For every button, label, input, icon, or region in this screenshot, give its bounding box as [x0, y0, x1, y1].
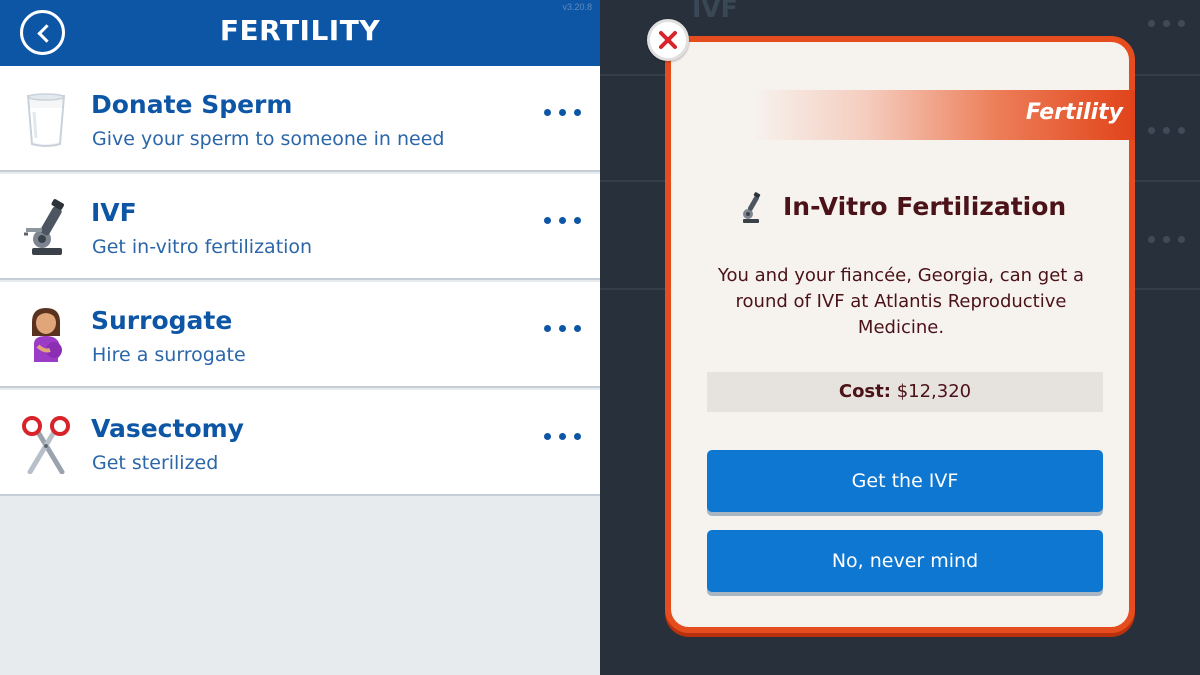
microscope-icon — [737, 192, 765, 224]
action-subtitle: Give your sperm to someone in need — [92, 128, 445, 150]
action-title: Surrogate — [91, 306, 233, 335]
bg-row-title: IVF — [692, 0, 738, 23]
scissors-icon — [18, 414, 74, 475]
action-title: IVF — [91, 198, 137, 227]
action-subtitle: Hire a surrogate — [92, 344, 246, 366]
close-button[interactable] — [647, 19, 689, 61]
cost-display: Cost: $12,320 — [707, 372, 1103, 412]
action-row-ivf[interactable]: IVF Get in-vitro fertilization — [0, 174, 600, 280]
more-options-icon — [1142, 20, 1190, 30]
action-subtitle: Get in-vitro fertilization — [92, 236, 313, 258]
action-row-donate-sperm[interactable]: Donate Sperm Give your sperm to someone … — [0, 66, 600, 172]
dialog-header: In-Vitro Fertilization — [671, 188, 1129, 228]
banner-label: Fertility — [1025, 100, 1123, 125]
action-title: Donate Sperm — [91, 90, 293, 119]
close-icon — [659, 31, 677, 49]
action-row-vasectomy[interactable]: Vasectomy Get sterilized — [0, 390, 600, 496]
version-label: v3.20.8 — [562, 2, 592, 12]
dialog-title: In-Vitro Fertilization — [783, 192, 1067, 221]
microscope-icon — [18, 198, 74, 258]
activity-list-panel: FERTILITY v3.20.8 Donate Sperm Give your… — [0, 0, 600, 675]
page-title: FERTILITY — [219, 14, 381, 47]
cost-label: Cost: — [838, 381, 891, 402]
cancel-button[interactable]: No, never mind — [707, 530, 1103, 592]
milk-glass-icon — [18, 90, 74, 150]
more-options-icon[interactable] — [538, 212, 588, 232]
action-row-surrogate[interactable]: Surrogate Hire a surrogate — [0, 282, 600, 388]
get-ivf-button[interactable]: Get the IVF — [707, 450, 1103, 512]
more-options-icon[interactable] — [538, 428, 588, 448]
more-options-icon — [1142, 127, 1190, 137]
cost-value: $12,320 — [896, 381, 972, 402]
more-options-icon[interactable] — [538, 320, 588, 340]
more-options-icon — [1142, 236, 1190, 246]
category-banner: Fertility — [751, 90, 1135, 140]
header-bar: FERTILITY v3.20.8 — [0, 0, 600, 66]
action-title: Vasectomy — [91, 414, 244, 443]
more-options-icon[interactable] — [538, 104, 588, 124]
pregnant-woman-icon — [18, 306, 74, 366]
ivf-dialog: Fertility In-Vitro Fertilization You and… — [665, 36, 1135, 633]
action-subtitle: Get sterilized — [92, 452, 219, 474]
dialog-message: You and your fiancée, Georgia, can get a… — [717, 265, 1085, 338]
